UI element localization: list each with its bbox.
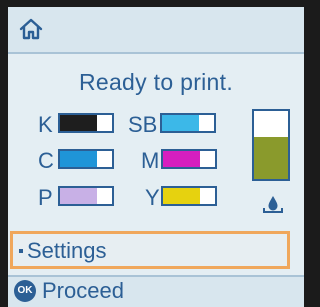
ink-level-fill [162,115,200,131]
ink-label: K [38,112,53,137]
ink-gauge-SB: SB [128,111,228,139]
ink-level-fill [60,188,98,204]
bullet-icon [19,249,23,253]
ink-level-fill [163,188,201,204]
maintenance-box-fill [254,136,288,179]
ink-level-bar [161,149,217,169]
ink-label: Y [145,185,160,210]
ink-label: SB [128,112,158,137]
ink-gauge-P: P [38,184,118,212]
ink-level-bar [58,186,114,206]
ink-level-fill [163,151,201,167]
home-icon[interactable] [18,17,44,41]
settings-label: Settings [27,238,107,263]
ink-level-bar [160,113,216,133]
proceed-label[interactable]: Proceed [42,278,124,304]
printer-lcd-screen: Ready to print. K SB C M P Y Settings OK… [8,7,304,307]
ink-level-fill [60,115,98,131]
ink-level-bar [58,113,114,133]
ink-gauge-K: K [38,111,118,139]
ink-gauge-Y: Y [145,184,235,212]
settings-menu-item[interactable]: Settings [10,231,290,269]
ink-level-fill [60,151,98,167]
maintenance-box-gauge [252,109,290,181]
ink-drop-icon [263,196,283,213]
ink-gauge-M: M [141,147,231,175]
status-message: Ready to print. [78,69,234,95]
top-bar [8,7,304,54]
ink-label: P [38,185,53,210]
ink-level-bar [58,149,114,169]
bottom-bar: OK Proceed [8,275,304,307]
ink-level-bar [161,186,217,206]
ok-button-icon[interactable]: OK [14,280,36,302]
ink-label: C [38,148,54,173]
ink-label: M [141,148,160,173]
ink-gauge-C: C [38,147,118,175]
